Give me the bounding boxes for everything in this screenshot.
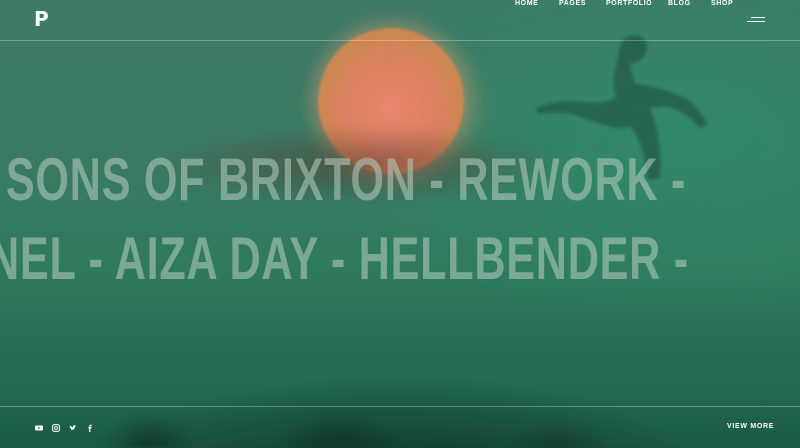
nav-blog[interactable]: BLOG: [668, 0, 691, 7]
nav-shop[interactable]: SHOP: [711, 0, 733, 7]
site-logo[interactable]: P: [34, 8, 50, 30]
hamburger-icon[interactable]: [747, 15, 767, 25]
site-header: P HOME PAGES PORTFOLIO BLOG SHOP: [0, 0, 800, 40]
footer-divider: [0, 406, 800, 407]
marquee-line-1: - SONS OF BRIXTON - REWORK -: [0, 146, 687, 213]
marquee-line-2: NEL - AIZA DAY - HELLBENDER -: [0, 225, 689, 292]
nav-pages[interactable]: PAGES: [559, 0, 586, 7]
view-more-link[interactable]: VIEW MORE: [727, 423, 774, 430]
nav-home[interactable]: HOME: [515, 0, 538, 7]
tree-silhouettes: [0, 358, 800, 448]
header-divider: [0, 40, 800, 41]
instagram-icon[interactable]: [52, 424, 60, 432]
youtube-icon[interactable]: [35, 424, 43, 432]
twitter-icon[interactable]: [69, 424, 77, 432]
facebook-icon[interactable]: [86, 424, 94, 432]
nav-portfolio[interactable]: PORTFOLIO: [606, 0, 652, 7]
